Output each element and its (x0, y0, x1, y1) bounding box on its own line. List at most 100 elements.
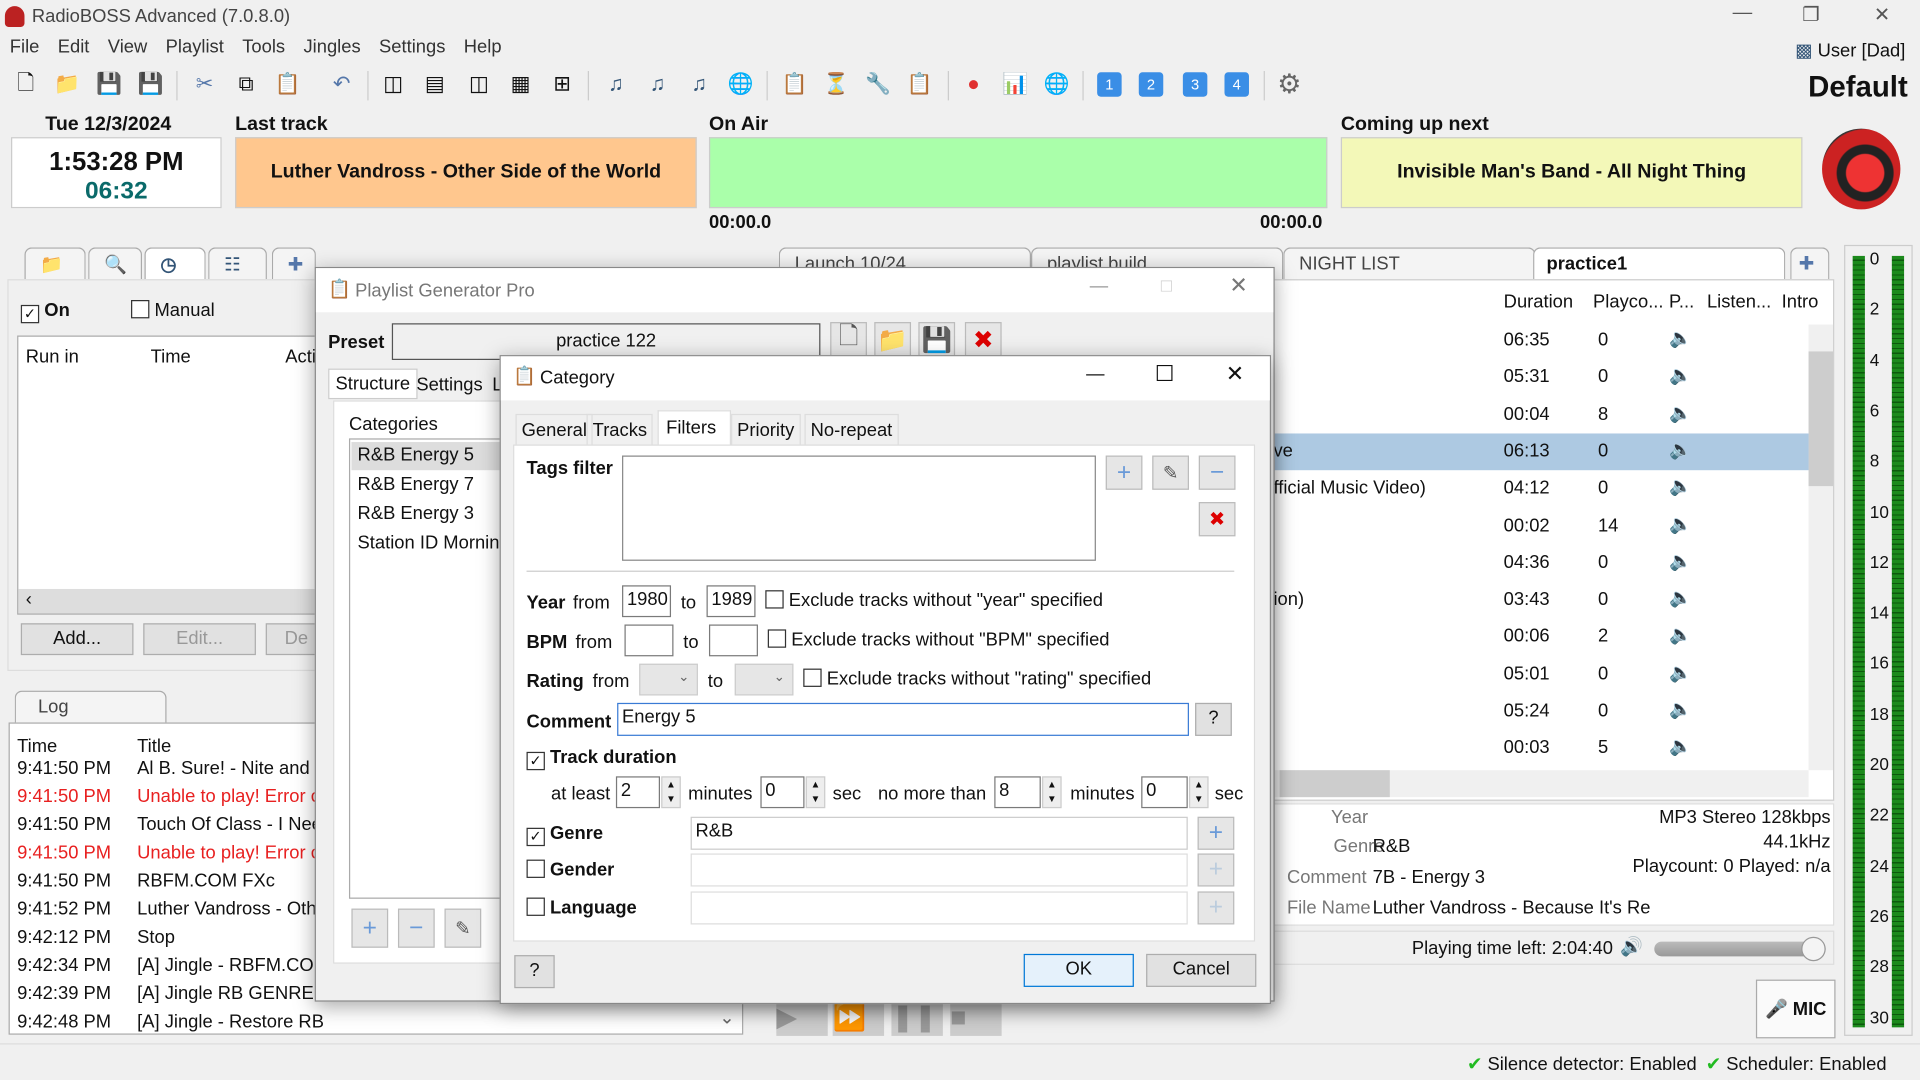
stats-icon[interactable]: 📊 (999, 69, 1031, 101)
tab-general[interactable]: General (515, 413, 594, 447)
close-button[interactable]: ✕ (1229, 273, 1247, 299)
remove-tag-icon[interactable]: − (1198, 455, 1236, 490)
insert-track-icon[interactable]: ♫ (642, 69, 674, 101)
col-time[interactable]: Time (151, 347, 191, 368)
user-indicator[interactable]: ▩ User [Dad] (1795, 39, 1905, 61)
min-sec-spinner[interactable]: ▲ ▼ (805, 776, 826, 809)
edit-event-button[interactable]: Edit... (143, 623, 256, 656)
help-button[interactable]: ? (514, 955, 555, 989)
menu-view[interactable]: View (108, 37, 147, 58)
language-input[interactable] (690, 891, 1188, 925)
player-4-icon[interactable]: 4 (1224, 72, 1249, 97)
tab-practice1[interactable]: practice1 (1533, 247, 1786, 280)
manual-checkbox[interactable]: Manual (131, 300, 215, 321)
rating-from-select[interactable]: ⌄ (639, 663, 698, 696)
min-minutes-input[interactable]: 2 (615, 776, 661, 809)
log-col-time[interactable]: Time (17, 736, 57, 757)
horizontal-scrollbar[interactable]: ‹ (18, 588, 335, 614)
layout-split-icon[interactable]: ◫ (463, 69, 495, 101)
gender-input[interactable] (690, 853, 1188, 887)
undo-icon[interactable]: ↶ (326, 69, 358, 101)
add-track-icon[interactable]: ♫ (600, 69, 632, 101)
tab-scheduler[interactable]: ◷ (144, 247, 206, 280)
maximize-button[interactable]: ☐ (1155, 361, 1175, 387)
speaker-icon[interactable]: 🔈 (1669, 327, 1692, 349)
log-row[interactable]: 9:42:48 PM [A] Jingle - Restore RB (10, 1011, 742, 1039)
menu-file[interactable]: File (10, 37, 40, 58)
clear-tags-icon[interactable]: ✖ (1198, 502, 1236, 537)
bpm-to-input[interactable] (708, 624, 758, 657)
player-3-icon[interactable]: 3 (1182, 72, 1208, 97)
player-2-icon[interactable]: 2 (1138, 72, 1164, 97)
vertical-scrollbar[interactable] (1808, 324, 1834, 771)
layout-add-icon[interactable]: ⊞ (546, 69, 578, 101)
maximize-button[interactable]: □ (1161, 276, 1172, 297)
menu-tools[interactable]: Tools (242, 37, 285, 58)
on-checkbox[interactable]: ✓ On (20, 300, 70, 324)
layout-left-icon[interactable]: ◫ (377, 69, 409, 101)
min-sec-input[interactable]: 0 (760, 776, 805, 809)
add-language-icon[interactable]: + (1197, 891, 1235, 925)
open-folder-icon[interactable]: 📁 (51, 69, 83, 101)
speaker-icon[interactable]: 🔈 (1669, 364, 1692, 386)
bpm-from-input[interactable] (624, 624, 674, 657)
col-p[interactable]: P... (1669, 291, 1694, 312)
category-item[interactable]: R&B Energy 5 (351, 442, 518, 471)
col-action[interactable]: Acti (285, 347, 316, 368)
tab-log[interactable]: Log (14, 690, 167, 723)
speaker-icon[interactable]: 🔈 (1669, 401, 1692, 423)
ok-button[interactable]: OK (1023, 953, 1134, 987)
volume-slider[interactable] (1654, 936, 1826, 962)
col-intro[interactable]: Intro (1782, 291, 1819, 312)
language-checkbox[interactable]: Language (526, 897, 637, 918)
comment-input[interactable]: Energy 5 (617, 702, 1189, 736)
menu-edit[interactable]: Edit (58, 37, 90, 58)
menu-jingles[interactable]: Jingles (303, 37, 360, 58)
playlist-generator-icon[interactable]: 📋 (779, 69, 811, 101)
save-preset-icon[interactable]: 💾 (918, 322, 956, 357)
delete-preset-icon[interactable]: ✖ (964, 322, 1002, 357)
tab-structure[interactable]: Structure (328, 368, 418, 400)
category-item[interactable]: R&B Energy 3 (351, 501, 518, 529)
tab-settings[interactable]: Settings (411, 371, 487, 399)
minimize-button[interactable]: — (1090, 276, 1108, 297)
max-minutes-spinner[interactable]: ▲ ▼ (1042, 776, 1062, 809)
tab-files[interactable]: 📁 (24, 247, 86, 280)
year-to-input[interactable]: 1989 (706, 585, 756, 618)
tab-add[interactable]: ✚ (271, 247, 316, 280)
scroll-down-icon[interactable]: ⌄ (719, 1007, 734, 1029)
tab-filters[interactable]: Filters (657, 410, 732, 445)
max-sec-input[interactable]: 0 (1141, 776, 1188, 809)
rating-to-select[interactable]: ⌄ (734, 663, 794, 696)
tab-tracks[interactable]: Tracks (586, 413, 654, 447)
tab-search[interactable]: 🔍 (88, 247, 143, 280)
menu-help[interactable]: Help (464, 37, 502, 58)
tab-priority[interactable]: Priority (731, 413, 801, 447)
genre-checkbox[interactable]: ✓ Genre (526, 823, 603, 847)
scheduler-icon[interactable]: ⏳ (820, 69, 852, 101)
comment-help-button[interactable]: ? (1195, 702, 1232, 736)
save-as-icon[interactable]: 💾 (135, 69, 167, 101)
play-button[interactable]: ▶ (776, 1001, 828, 1036)
stop-button[interactable]: ■ (950, 1001, 1002, 1036)
close-button[interactable]: ✕ (1854, 2, 1910, 31)
max-minutes-input[interactable]: 8 (994, 776, 1041, 809)
layout-top-icon[interactable]: ▤ (419, 69, 451, 101)
speaker-icon[interactable]: 🔈 (1669, 475, 1692, 498)
save-icon[interactable]: 💾 (93, 69, 125, 101)
genre-input[interactable]: R&B (690, 816, 1188, 850)
copy-icon[interactable]: ⧉ (230, 69, 262, 101)
report-icon[interactable]: 📋 (904, 69, 936, 101)
add-gender-icon[interactable]: + (1197, 853, 1235, 887)
category-item[interactable]: Station ID Morning (351, 530, 518, 558)
tab-mixer[interactable]: ☷ (208, 247, 267, 280)
remove-category-icon[interactable]: − (397, 908, 435, 948)
menu-playlist[interactable]: Playlist (166, 37, 224, 58)
tab-no-repeat[interactable]: No-repeat (804, 413, 899, 447)
exclude-year-checkbox[interactable]: Exclude tracks without "year" specified (765, 590, 1103, 611)
add-genre-icon[interactable]: + (1197, 816, 1235, 850)
speaker-icon[interactable]: 🔈 (1669, 698, 1692, 720)
track-duration-checkbox[interactable]: ✓ Track duration (526, 747, 677, 771)
speaker-icon[interactable]: 🔈 (1669, 624, 1692, 646)
open-preset-icon[interactable]: 📁 (874, 322, 912, 357)
